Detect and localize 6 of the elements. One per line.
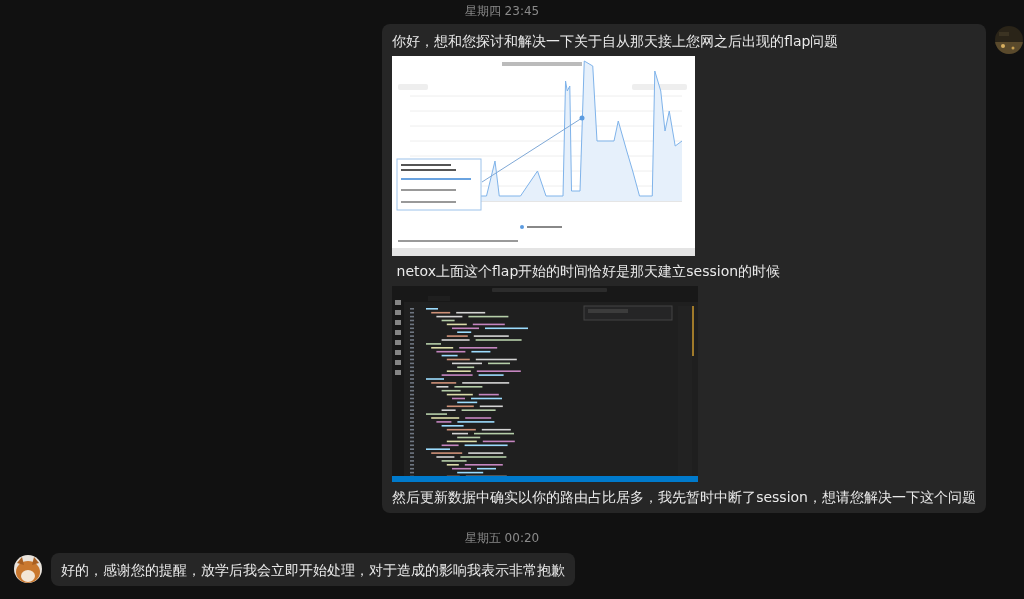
- timestamp: 星期五 00:20: [464, 531, 540, 545]
- timestamp: 星期四 23:45: [464, 4, 540, 18]
- message-text: 然后更新数据中确实以你的路由占比居多，我先暂时中断了session，想请您解决一下这个问题: [392, 488, 976, 506]
- message-text: 好的，感谢您的提醒，放学后我会立即开始处理，对于造成的影响我表示非常抱歉: [61, 561, 565, 579]
- message-text: netox上面这个flap开始的时间恰好是那天建立session的时候: [395, 262, 781, 280]
- message-text: 你好，想和您探讨和解决一下关于自从那天接上您网之后出现的flap问题: [392, 32, 839, 50]
